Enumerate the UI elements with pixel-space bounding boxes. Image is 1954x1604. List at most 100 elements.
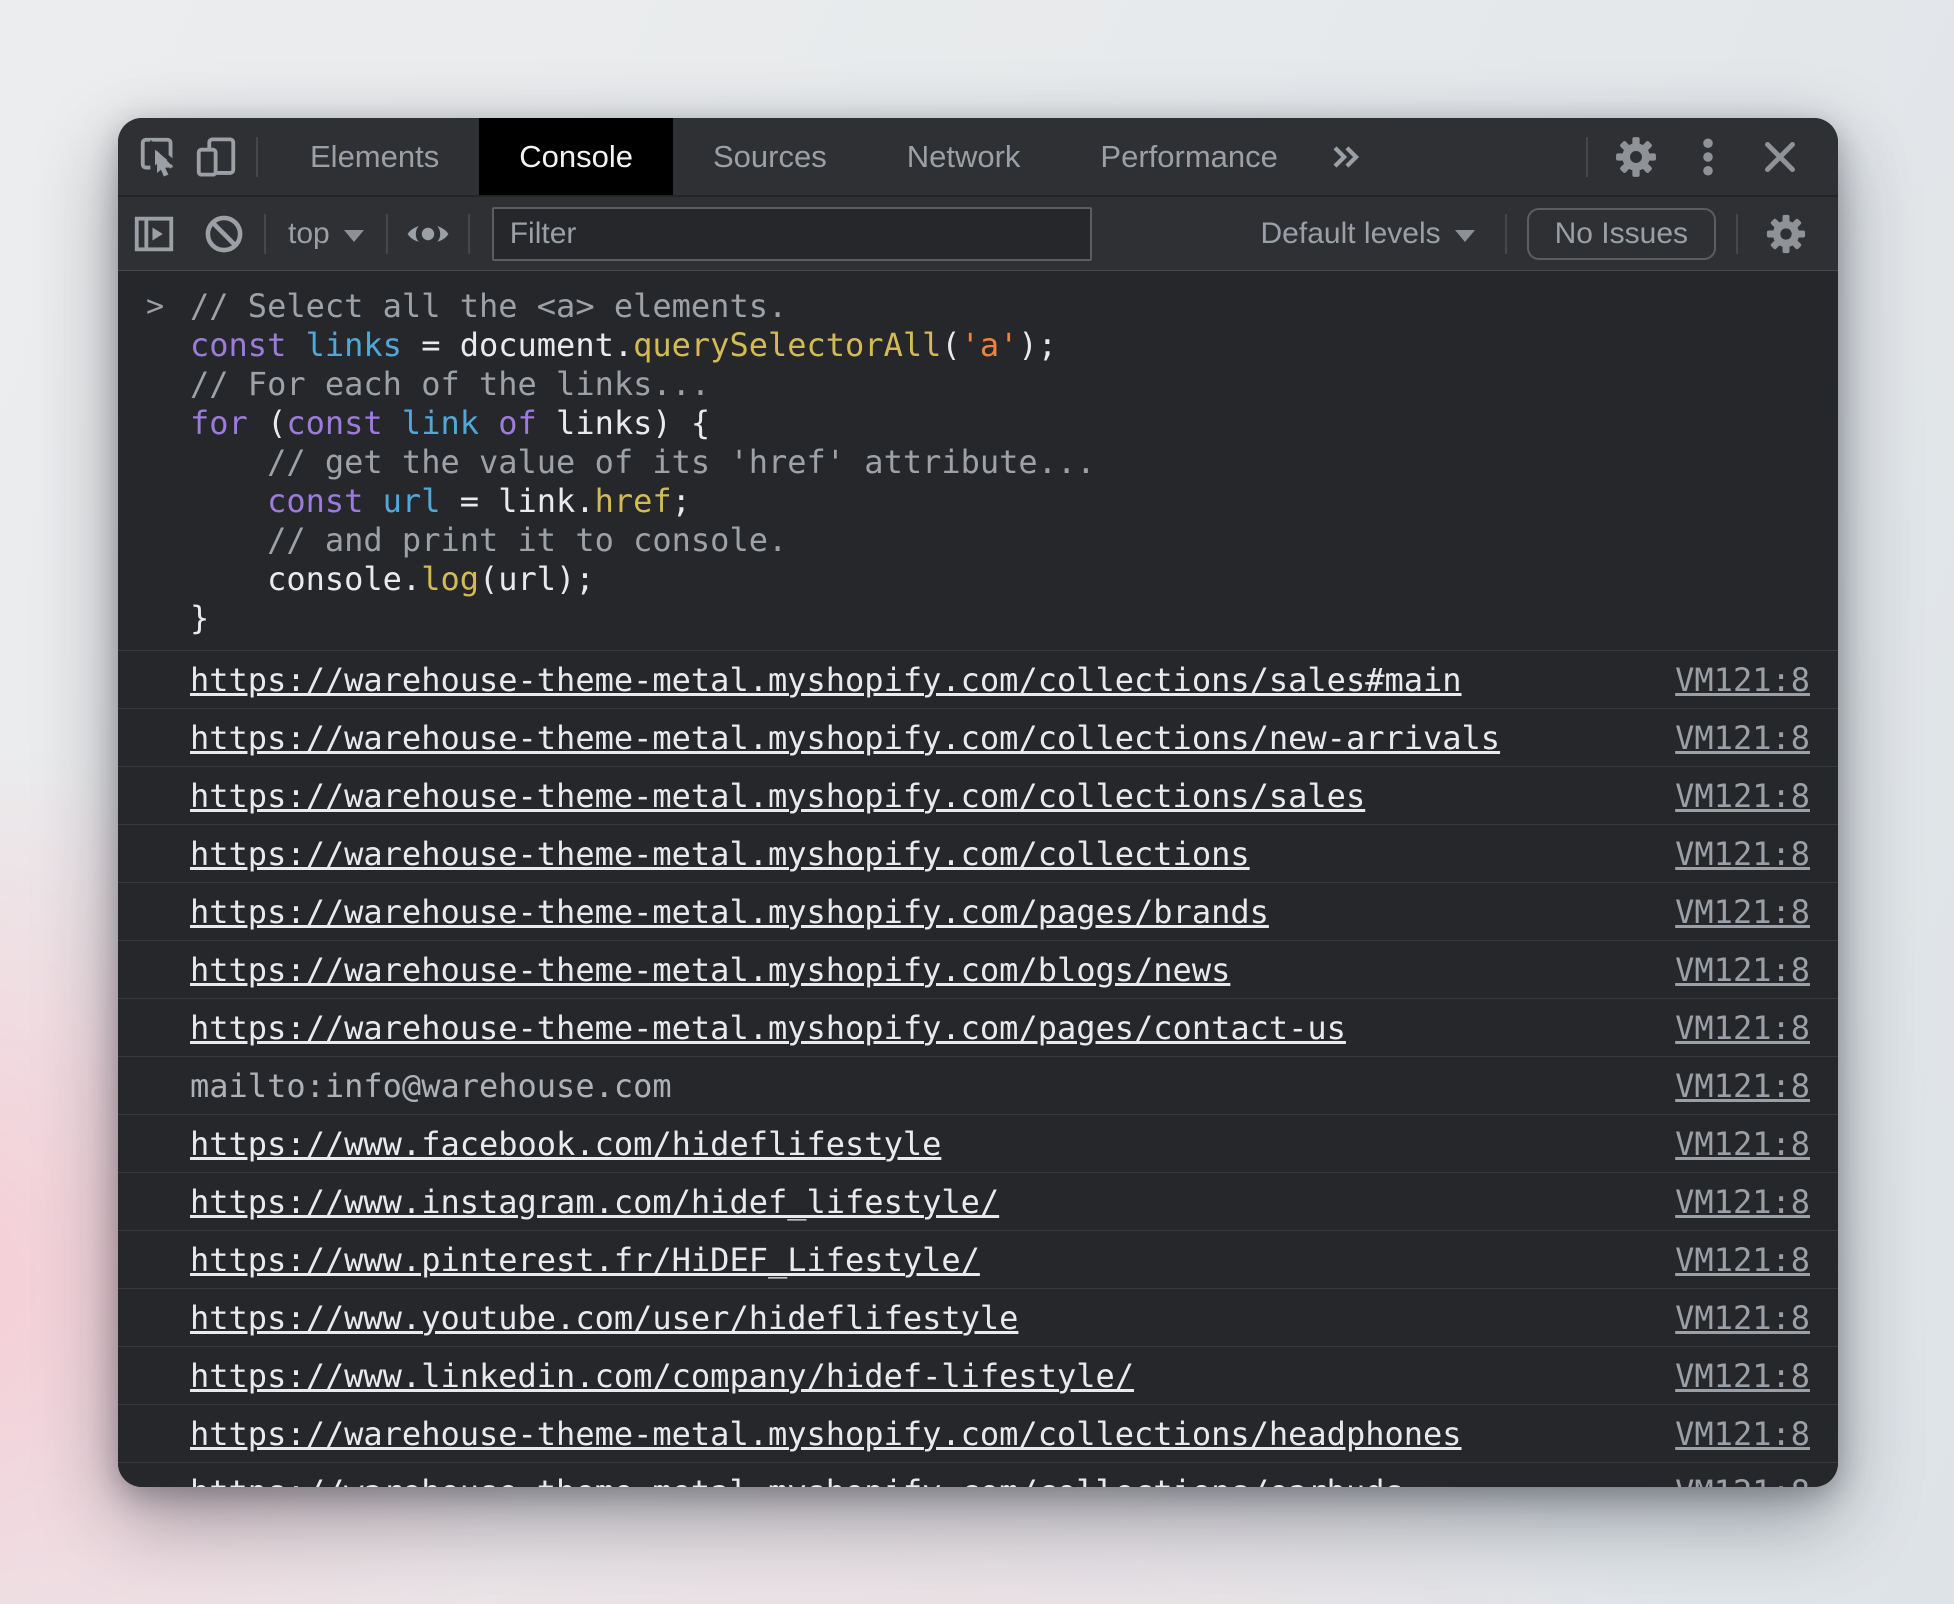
console-message-source-link[interactable]: VM121:8	[1675, 1415, 1810, 1453]
tabbar-separator	[256, 137, 258, 177]
console-message-source-link[interactable]: VM121:8	[1675, 1241, 1810, 1279]
tab-elements[interactable]: Elements	[270, 118, 479, 195]
kebab-menu-icon	[1686, 135, 1730, 179]
tabbar-right-controls	[1574, 118, 1838, 195]
console-message-text[interactable]: https://warehouse-theme-metal.myshopify.…	[190, 1415, 1462, 1453]
console-message-text[interactable]: https://warehouse-theme-metal.myshopify.…	[190, 893, 1269, 931]
tab-sources[interactable]: Sources	[673, 118, 867, 195]
console-message-row: https://warehouse-theme-metal.myshopify.…	[118, 766, 1838, 824]
chevron-down-icon	[344, 230, 364, 242]
console-message-row: https://warehouse-theme-metal.myshopify.…	[118, 998, 1838, 1056]
code-line: const url = link.href;	[190, 482, 1810, 521]
code-line: console.log(url);	[190, 560, 1810, 599]
close-icon	[1757, 134, 1803, 180]
toolbar-separator	[1736, 214, 1738, 254]
console-message-text[interactable]: https://www.youtube.com/user/hideflifest…	[190, 1299, 1018, 1337]
console-message-source-link[interactable]: VM121:8	[1675, 661, 1810, 699]
console-message-source-link[interactable]: VM121:8	[1675, 835, 1810, 873]
command-code: // Select all the <a> elements.const lin…	[190, 287, 1810, 638]
console-message-source-link[interactable]: VM121:8	[1675, 1299, 1810, 1337]
console-message-source-link[interactable]: VM121:8	[1675, 1473, 1810, 1488]
console-prompt-chevron: >	[146, 287, 164, 326]
console-message-text[interactable]: https://warehouse-theme-metal.myshopify.…	[190, 777, 1365, 815]
console-message-row: https://warehouse-theme-metal.myshopify.…	[118, 650, 1838, 708]
code-line: for (const link of links) {	[190, 404, 1810, 443]
console-sidebar-button[interactable]	[126, 211, 182, 257]
console-message-row: https://www.linkedin.com/company/hidef-l…	[118, 1346, 1838, 1404]
console-settings-gear-icon	[1764, 212, 1808, 256]
log-levels-selector[interactable]: Default levels	[1251, 217, 1485, 251]
code-line: const links = document.querySelectorAll(…	[190, 326, 1810, 365]
code-line: // and print it to console.	[190, 521, 1810, 560]
console-message-row: https://warehouse-theme-metal.myshopify.…	[118, 1404, 1838, 1462]
tab-performance[interactable]: Performance	[1060, 118, 1317, 195]
console-message-row: https://www.facebook.com/hideflifestyle …	[118, 1114, 1838, 1172]
console-message-row: https://www.pinterest.fr/HiDEF_Lifestyle…	[118, 1230, 1838, 1288]
panel-tabs: ElementsConsoleSourcesNetworkPerformance	[270, 118, 1318, 195]
console-message-text[interactable]: https://warehouse-theme-metal.myshopify.…	[190, 661, 1462, 699]
console-toolbar: top Default levels No Issues	[118, 197, 1838, 271]
tab-console[interactable]: Console	[479, 118, 673, 195]
toolbar-separator	[386, 214, 388, 254]
devtools-menu-button[interactable]	[1672, 135, 1744, 179]
tab-network[interactable]: Network	[867, 118, 1061, 195]
execution-context-selector[interactable]: top	[278, 217, 374, 251]
console-message-source-link[interactable]: VM121:8	[1675, 777, 1810, 815]
console-message-text[interactable]: mailto:info@warehouse.com	[190, 1067, 672, 1105]
console-message-row: https://warehouse-theme-metal.myshopify.…	[118, 1462, 1838, 1487]
console-message-row: https://warehouse-theme-metal.myshopify.…	[118, 708, 1838, 766]
settings-gear-icon	[1613, 134, 1659, 180]
device-toolbar-icon	[193, 134, 239, 180]
console-message-row: https://warehouse-theme-metal.myshopify.…	[118, 940, 1838, 998]
console-message-row: https://www.youtube.com/user/hideflifest…	[118, 1288, 1838, 1346]
console-message-source-link[interactable]: VM121:8	[1675, 893, 1810, 931]
console-command-echo: > // Select all the <a> elements.const l…	[118, 271, 1838, 650]
live-expression-button[interactable]	[400, 210, 456, 258]
code-line: // get the value of its 'href' attribute…	[190, 443, 1810, 482]
devtools-tabbar: ElementsConsoleSourcesNetworkPerformance	[118, 118, 1838, 197]
clear-console-button[interactable]	[196, 211, 252, 257]
tabbar-right-separator	[1586, 137, 1588, 177]
devtools-close-button[interactable]	[1744, 134, 1816, 180]
more-tabs-button[interactable]	[1318, 118, 1374, 195]
device-toolbar-button[interactable]	[188, 118, 244, 195]
devtools-settings-button[interactable]	[1600, 134, 1672, 180]
toolbar-separator	[1505, 214, 1507, 254]
code-line: // For each of the links...	[190, 365, 1810, 404]
console-message-row: https://warehouse-theme-metal.myshopify.…	[118, 882, 1838, 940]
console-message-text[interactable]: https://warehouse-theme-metal.myshopify.…	[190, 835, 1250, 873]
console-message-source-link[interactable]: VM121:8	[1675, 1067, 1810, 1105]
console-sidebar-icon	[131, 211, 177, 257]
console-message-source-link[interactable]: VM121:8	[1675, 1183, 1810, 1221]
execution-context-label: top	[288, 217, 330, 251]
console-message-source-link[interactable]: VM121:8	[1675, 1357, 1810, 1395]
console-message-row: https://www.instagram.com/hidef_lifestyl…	[118, 1172, 1838, 1230]
chevron-down-icon	[1455, 230, 1475, 242]
console-message-text[interactable]: https://warehouse-theme-metal.myshopify.…	[190, 719, 1500, 757]
console-filter-input[interactable]	[492, 207, 1092, 261]
toolbar-separator	[264, 214, 266, 254]
console-settings-button[interactable]	[1758, 212, 1814, 256]
console-message-text[interactable]: https://www.linkedin.com/company/hidef-l…	[190, 1357, 1134, 1395]
devtools-window: ElementsConsoleSourcesNetworkPerformance	[118, 118, 1838, 1487]
console-message-row: mailto:info@warehouse.com VM121:8	[118, 1056, 1838, 1114]
console-message-text[interactable]: https://www.pinterest.fr/HiDEF_Lifestyle…	[190, 1241, 980, 1279]
console-message-text[interactable]: https://warehouse-theme-metal.myshopify.…	[190, 1473, 1404, 1488]
code-line: }	[190, 599, 1810, 638]
console-message-row: https://warehouse-theme-metal.myshopify.…	[118, 824, 1838, 882]
inspect-element-button[interactable]	[132, 118, 188, 195]
eye-icon	[404, 210, 452, 258]
toolbar-separator	[468, 214, 470, 254]
console-message-source-link[interactable]: VM121:8	[1675, 719, 1810, 757]
console-message-text[interactable]: https://www.instagram.com/hidef_lifestyl…	[190, 1183, 999, 1221]
console-message-text[interactable]: https://warehouse-theme-metal.myshopify.…	[190, 951, 1230, 989]
console-message-source-link[interactable]: VM121:8	[1675, 951, 1810, 989]
inspect-element-icon	[137, 134, 183, 180]
console-content: > // Select all the <a> elements.const l…	[118, 271, 1838, 1487]
console-message-source-link[interactable]: VM121:8	[1675, 1009, 1810, 1047]
more-tabs-chevron-icon	[1324, 135, 1368, 179]
console-message-text[interactable]: https://warehouse-theme-metal.myshopify.…	[190, 1009, 1346, 1047]
console-message-source-link[interactable]: VM121:8	[1675, 1125, 1810, 1163]
console-message-text[interactable]: https://www.facebook.com/hideflifestyle	[190, 1125, 941, 1163]
issues-button[interactable]: No Issues	[1527, 208, 1716, 260]
